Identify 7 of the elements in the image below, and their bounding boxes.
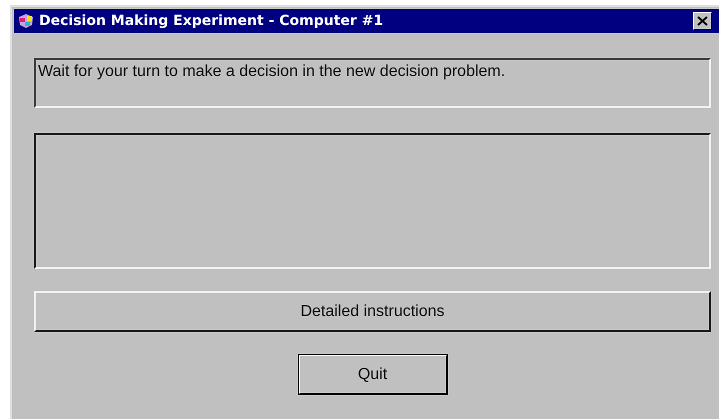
close-button[interactable]: [693, 12, 712, 30]
quit-button[interactable]: Quit: [298, 354, 448, 395]
status-message: Wait for your turn to make a decision in the new decision problem.: [34, 58, 711, 108]
instructions-button[interactable]: Detailed instructions: [34, 291, 711, 332]
app-icon: [17, 13, 35, 29]
window-title: Decision Making Experiment - Computer #1: [39, 13, 384, 29]
close-icon: [697, 16, 708, 26]
